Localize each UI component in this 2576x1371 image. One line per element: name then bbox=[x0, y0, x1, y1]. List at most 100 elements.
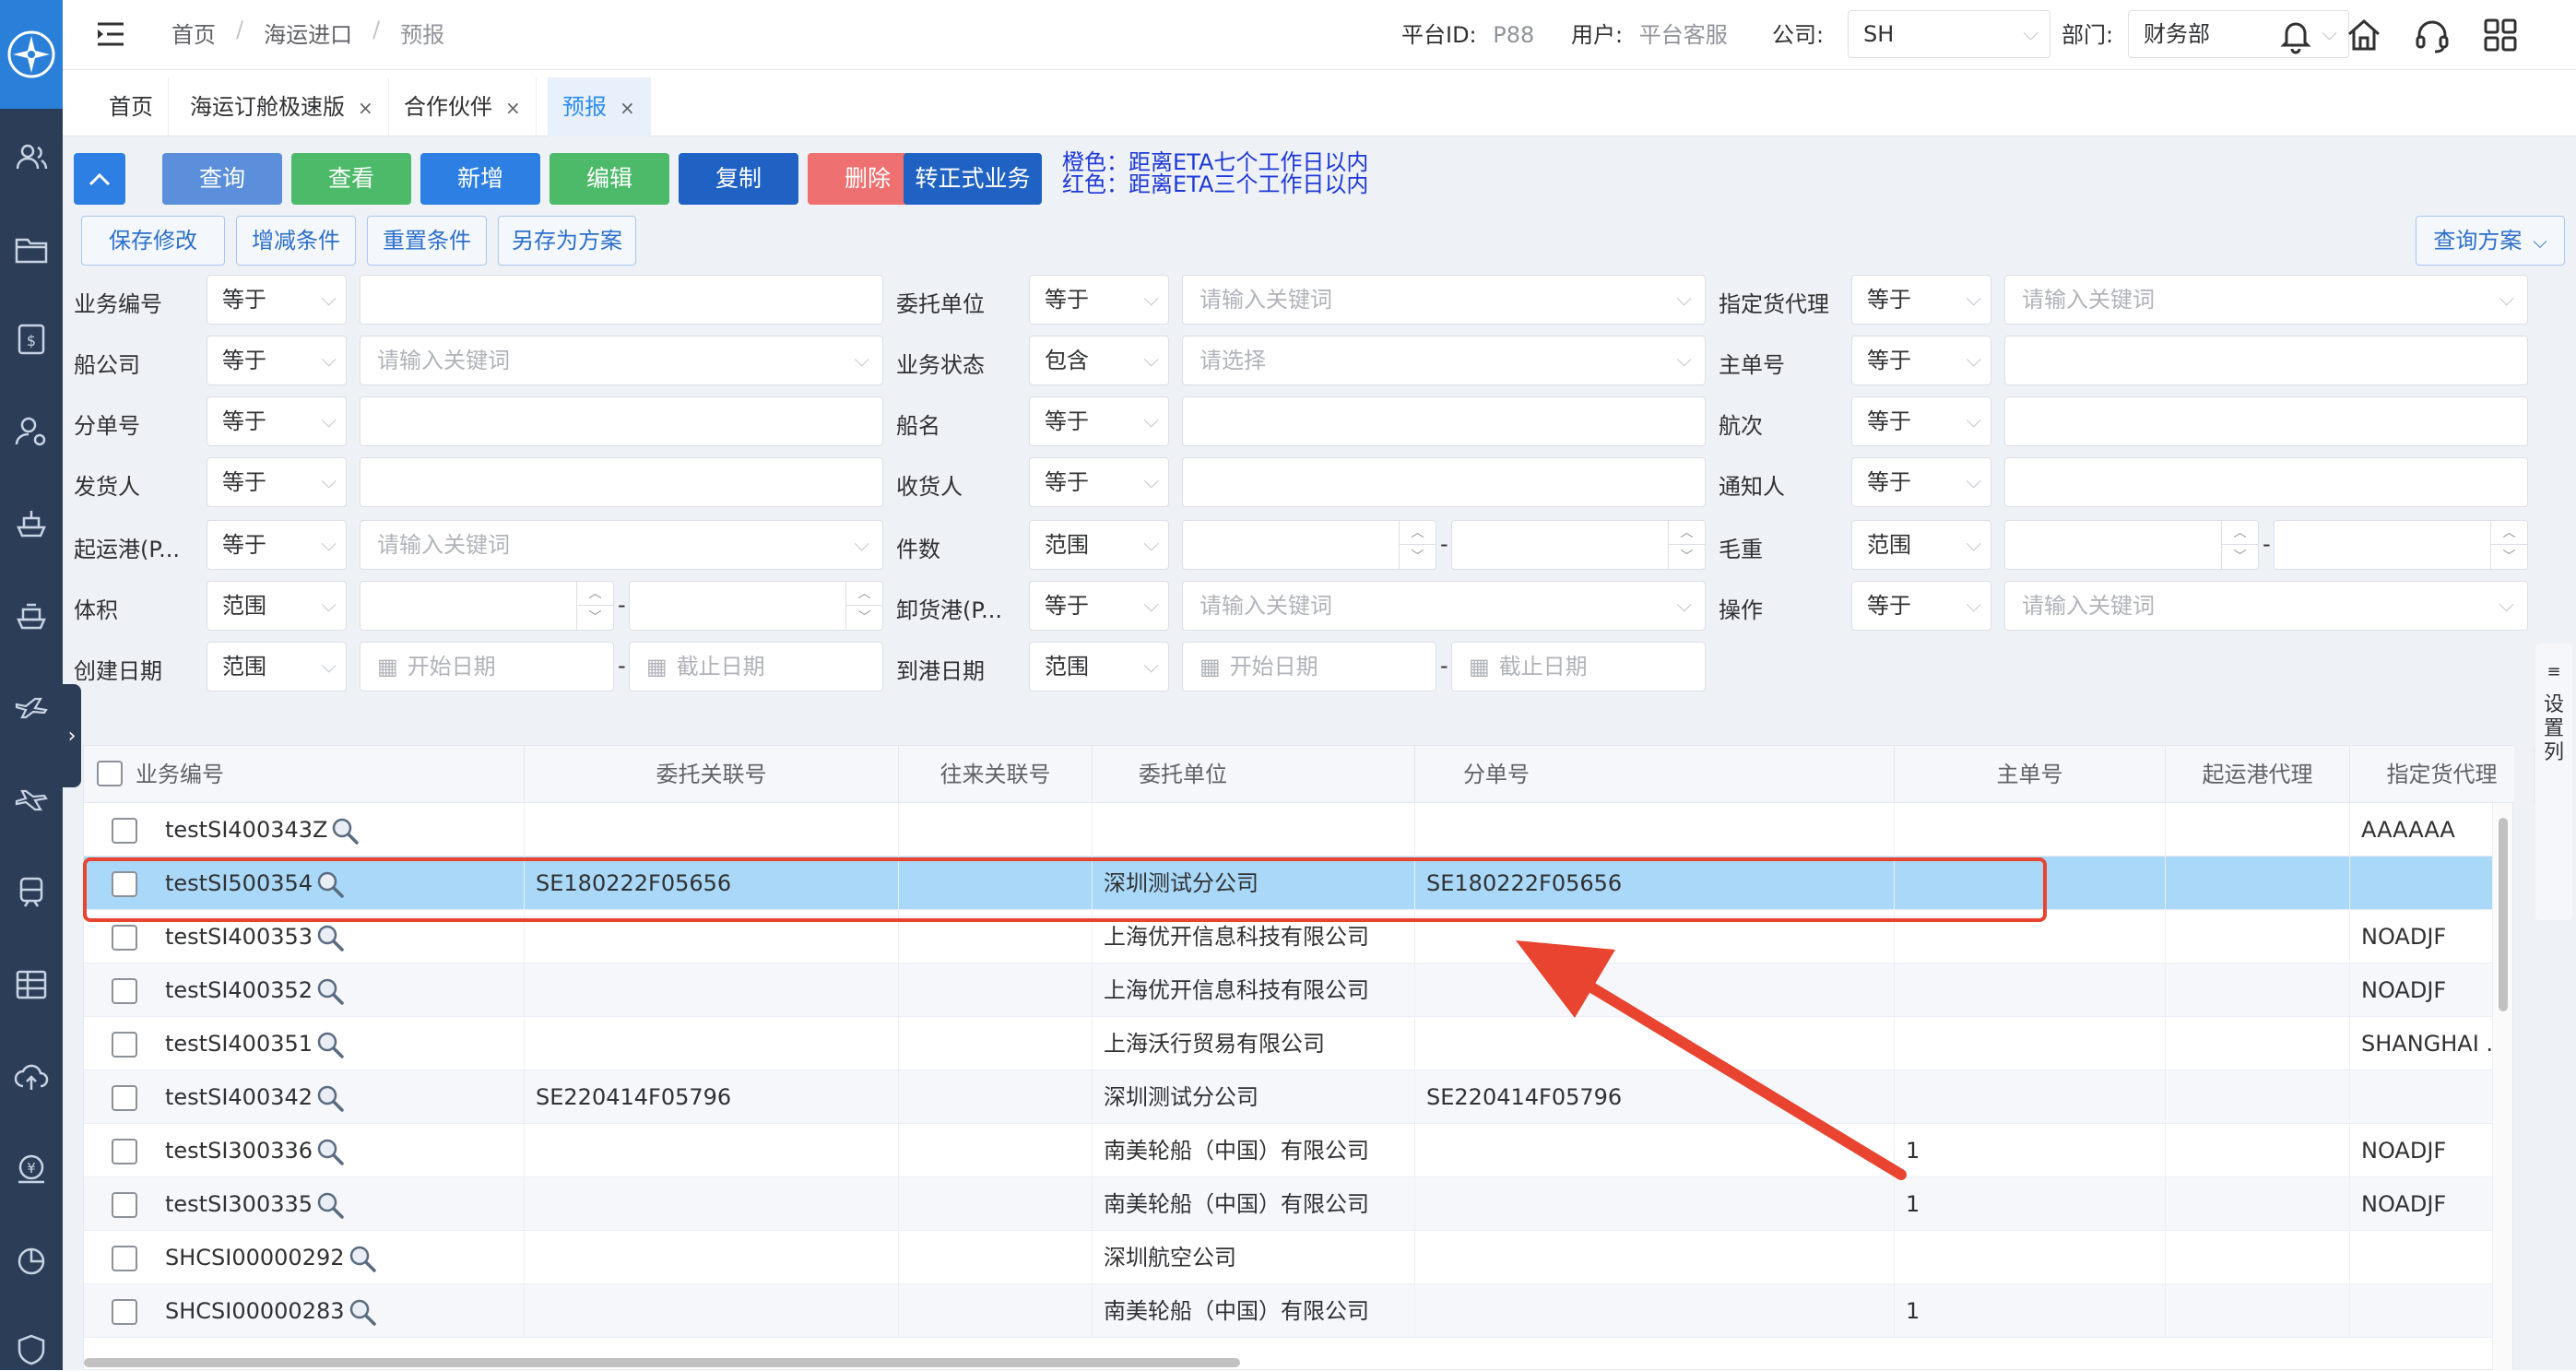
number-stepper[interactable]: ︿﹀ bbox=[576, 582, 613, 630]
column-header-forwarder[interactable]: 指定货代理 bbox=[2350, 746, 2535, 803]
chevron-down-icon[interactable]: ﹀ bbox=[2491, 545, 2527, 569]
filter-value-input[interactable] bbox=[1182, 457, 1706, 507]
table-row[interactable]: testSI300336南美轮船（中国）有限公司1NOADJF bbox=[84, 1124, 2494, 1177]
table-row[interactable]: testSI400342SE220414F05796深圳测试分公司SE22041… bbox=[84, 1070, 2494, 1124]
copy-button[interactable]: 复制 bbox=[679, 153, 798, 205]
table-row[interactable]: SHCSI00000283南美轮船（中国）有限公司1 bbox=[84, 1284, 2494, 1338]
chevron-down-icon[interactable]: ﹀ bbox=[2222, 545, 2258, 569]
search-icon[interactable] bbox=[314, 1082, 346, 1114]
save-changes-button[interactable]: 保存修改 bbox=[81, 216, 225, 266]
filter-operator-select[interactable]: 等于⌵ bbox=[1029, 457, 1169, 507]
ship-import-icon[interactable] bbox=[13, 597, 50, 634]
filter-operator-select[interactable]: 范围⌵ bbox=[1029, 520, 1169, 570]
column-header-client-ref[interactable]: 委托关联号 bbox=[525, 746, 899, 803]
column-header-partner-ref[interactable]: 往来关联号 bbox=[899, 746, 1093, 803]
cloud-upload-icon[interactable] bbox=[13, 1058, 50, 1095]
row-checkbox[interactable] bbox=[112, 978, 137, 1004]
filter-value-input[interactable]: 请输入关键词⌵ bbox=[360, 336, 883, 385]
filter-operator-select[interactable]: 等于⌵ bbox=[207, 336, 347, 385]
table-row[interactable]: SHCSI00000292深圳航空公司 bbox=[84, 1231, 2494, 1284]
row-checkbox[interactable] bbox=[112, 818, 137, 844]
row-checkbox[interactable] bbox=[112, 1085, 137, 1111]
date-end-input[interactable]: ▦截止日期 bbox=[629, 642, 883, 691]
filter-value-input[interactable] bbox=[2004, 336, 2528, 385]
filter-value-input[interactable]: 请选择⌵ bbox=[1182, 336, 1706, 385]
filter-value-input[interactable] bbox=[1182, 396, 1706, 446]
query-button[interactable]: 查询 bbox=[162, 153, 282, 205]
table-row[interactable]: testSI400352上海优开信息科技有限公司NOADJF bbox=[84, 963, 2494, 1017]
filter-value-input[interactable]: 请输入关键词⌵ bbox=[360, 520, 883, 570]
sidebar-expand-handle[interactable]: › bbox=[63, 684, 81, 787]
date-start-input[interactable]: ▦开始日期 bbox=[1182, 642, 1436, 691]
filter-value-input[interactable]: 请输入关键词⌵ bbox=[2004, 275, 2528, 325]
column-header-client[interactable]: 委托单位 bbox=[1093, 746, 1415, 803]
range-max-input[interactable]: ︿﹀ bbox=[2274, 520, 2528, 570]
filter-operator-select[interactable]: 范围⌵ bbox=[207, 642, 347, 691]
money-icon[interactable]: ¥ bbox=[13, 1151, 50, 1188]
filter-operator-select[interactable]: 等于⌵ bbox=[1851, 581, 1991, 631]
railway-icon[interactable] bbox=[13, 874, 50, 911]
search-icon[interactable] bbox=[314, 975, 346, 1007]
column-header-mbl[interactable]: 主单号 bbox=[1895, 746, 2166, 803]
search-icon[interactable] bbox=[347, 1296, 378, 1328]
column-settings-button[interactable]: ≡ 设置列 bbox=[2535, 644, 2572, 920]
filter-value-input[interactable] bbox=[360, 457, 883, 507]
save-as-plan-button[interactable]: 另存为方案 bbox=[498, 216, 636, 266]
report-table-icon[interactable] bbox=[13, 966, 50, 1003]
row-checkbox[interactable] bbox=[112, 1299, 137, 1325]
column-header-hbl[interactable]: 分单号 bbox=[1415, 746, 1895, 803]
chevron-up-icon[interactable]: ︿ bbox=[846, 582, 882, 606]
row-checkbox[interactable] bbox=[112, 871, 137, 897]
filter-operator-select[interactable]: 范围⌵ bbox=[1851, 520, 1991, 570]
breadcrumb-home[interactable]: 首页 bbox=[171, 17, 216, 49]
range-min-input[interactable]: ︿﹀ bbox=[360, 581, 614, 631]
chevron-up-icon[interactable]: ︿ bbox=[1400, 521, 1436, 545]
range-min-input[interactable]: ︿﹀ bbox=[2004, 520, 2259, 570]
app-logo[interactable] bbox=[0, 0, 63, 109]
range-min-input[interactable]: ︿﹀ bbox=[1182, 520, 1436, 570]
filter-operator-select[interactable]: 范围⌵ bbox=[1029, 642, 1169, 691]
tab-forecast[interactable]: 预报× bbox=[548, 77, 651, 136]
filter-operator-select[interactable]: 等于⌵ bbox=[1029, 275, 1169, 325]
table-row[interactable]: testSI400343ZAAAAAA bbox=[84, 803, 2494, 857]
range-max-input[interactable]: ︿﹀ bbox=[629, 581, 883, 631]
convert-to-formal-button[interactable]: 转正式业务 bbox=[904, 153, 1042, 205]
date-end-input[interactable]: ▦截止日期 bbox=[1451, 642, 1706, 691]
chevron-down-icon[interactable]: ﹀ bbox=[1400, 545, 1436, 569]
filter-operator-select[interactable]: 包含⌵ bbox=[1029, 336, 1169, 385]
number-stepper[interactable]: ︿﹀ bbox=[845, 582, 882, 630]
row-checkbox[interactable] bbox=[112, 925, 137, 951]
date-start-input[interactable]: ▦开始日期 bbox=[360, 642, 614, 691]
filter-value-input[interactable]: 请输入关键词⌵ bbox=[1182, 275, 1706, 325]
chevron-up-icon[interactable]: ︿ bbox=[577, 582, 613, 606]
shield-icon[interactable] bbox=[13, 1331, 50, 1368]
pie-chart-icon[interactable] bbox=[13, 1243, 50, 1280]
range-max-input[interactable]: ︿﹀ bbox=[1451, 520, 1706, 570]
chevron-down-icon[interactable]: ﹀ bbox=[1669, 545, 1705, 569]
number-stepper[interactable]: ︿﹀ bbox=[1668, 521, 1705, 569]
row-checkbox[interactable] bbox=[112, 1192, 137, 1218]
home-icon[interactable] bbox=[2344, 15, 2384, 55]
dept-select[interactable]: 财务部 ⌵ bbox=[2128, 10, 2349, 58]
tab-sea-booking[interactable]: 海运订舱极速版× bbox=[175, 77, 389, 136]
add-button[interactable]: 新增 bbox=[420, 153, 540, 205]
users-icon[interactable] bbox=[13, 138, 50, 175]
search-icon[interactable] bbox=[329, 815, 360, 846]
select-all-checkbox[interactable] bbox=[97, 761, 123, 786]
search-icon[interactable] bbox=[314, 922, 346, 953]
filter-operator-select[interactable]: 等于⌵ bbox=[207, 520, 347, 570]
chevron-up-icon[interactable]: ︿ bbox=[1669, 521, 1705, 545]
breadcrumb-sea-import[interactable]: 海运进口 bbox=[264, 17, 352, 49]
chevron-down-icon[interactable]: ﹀ bbox=[577, 606, 613, 630]
close-icon[interactable]: × bbox=[358, 97, 373, 119]
add-remove-conditions-button[interactable]: 增减条件 bbox=[236, 216, 356, 266]
filter-operator-select[interactable]: 等于⌵ bbox=[1851, 457, 1991, 507]
view-button[interactable]: 查看 bbox=[291, 153, 411, 205]
row-checkbox[interactable] bbox=[112, 1139, 137, 1164]
filter-operator-select[interactable]: 等于⌵ bbox=[1029, 396, 1169, 446]
table-row[interactable]: testSI500354SE180222F05656深圳测试分公司SE18022… bbox=[84, 857, 2494, 910]
user-settings-icon[interactable] bbox=[13, 413, 50, 450]
filter-value-input[interactable] bbox=[360, 396, 883, 446]
number-stepper[interactable]: ︿﹀ bbox=[1399, 521, 1436, 569]
filter-operator-select[interactable]: 等于⌵ bbox=[1851, 275, 1991, 325]
